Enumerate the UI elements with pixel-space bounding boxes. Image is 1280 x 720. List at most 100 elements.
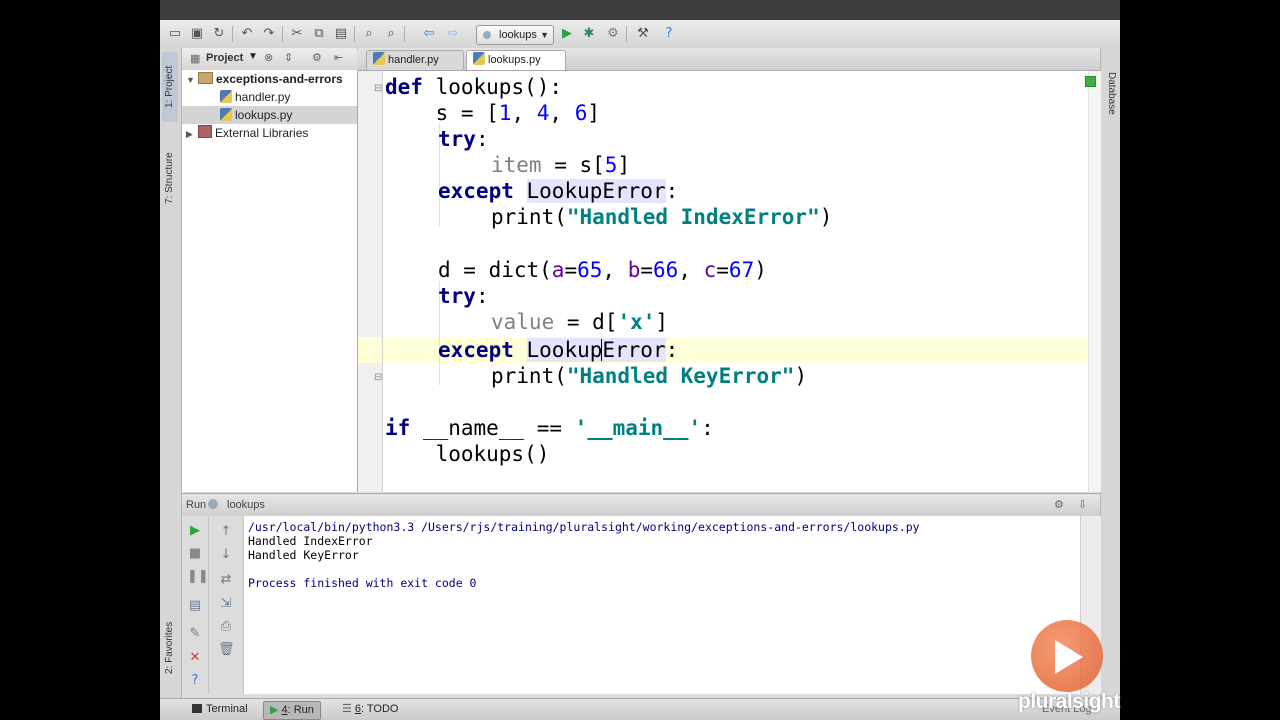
help-icon[interactable]: ? [660, 25, 678, 43]
structure-tool-tab[interactable]: 7: Structure [162, 138, 178, 218]
code-keyword: if [385, 416, 411, 440]
debug-icon[interactable]: ✱ [580, 25, 598, 43]
run-config-select[interactable]: lookups ▼ [476, 25, 554, 45]
arrow-down-icon[interactable]: ↓ [218, 547, 234, 563]
code-editor[interactable]: def lookups(): s = [1, 4, 6] try: item =… [383, 71, 1088, 492]
run-config-tab[interactable]: lookups [227, 494, 265, 516]
toolbar-separator [354, 26, 355, 42]
layout-icon[interactable]: ▤ [187, 598, 203, 614]
todo-tab[interactable]: ☰ 6: TODO [336, 701, 405, 718]
run-toolbar-primary: ▶ ■ ❚❚ ▤ ✎ ✕ ? [182, 516, 209, 694]
collapse-icon[interactable]: ⇕ [284, 51, 293, 64]
bottom-tool-bar: Terminal ▶ 4: Run ☰ 6: TODO Event Log [160, 698, 1120, 720]
code-text: : [475, 284, 489, 308]
rerun-icon[interactable]: ▶ [187, 523, 203, 539]
pin-icon[interactable]: ✎ [187, 626, 203, 642]
tree-folder-root[interactable]: ▼ exceptions-and-errors [186, 70, 343, 88]
run-icon[interactable]: ▶ [558, 25, 576, 43]
code-keyword: except [438, 179, 514, 203]
code-text: lookups() [385, 442, 550, 466]
code-string: '__main__' [574, 416, 702, 440]
code-text: s = [ [385, 101, 499, 125]
print-icon[interactable]: ⎙ [218, 619, 234, 635]
project-view-select[interactable]: Project [206, 52, 243, 64]
code-keyword: def [385, 75, 423, 99]
code-text: , [678, 258, 704, 282]
main-toolbar: ▭ ▣ ↻ ↶ ↷ ✂ ⧉ ▤ ⌕ ⌕ ⇦ ⇨ lookups ▼ ▶ ✱ ⚙ … [160, 20, 1120, 49]
code-number: 1 [498, 101, 512, 125]
code-text: , [511, 101, 537, 125]
sync-icon[interactable]: ↻ [210, 25, 228, 43]
code-line: d = dict(a=65, b=66, c=67) [438, 257, 767, 283]
database-tool-tab[interactable]: Database [1103, 58, 1119, 128]
redo-icon[interactable]: ↷ [260, 25, 278, 43]
code-text: = s[ [541, 153, 605, 177]
error-stripe[interactable] [1088, 71, 1101, 492]
tab-label: : TODO [361, 703, 399, 715]
soft-wrap-icon[interactable]: ⇄ [218, 572, 234, 588]
arrow-up-icon[interactable]: ↑ [218, 524, 234, 540]
tree-label: handler.py [235, 90, 291, 104]
forward-icon[interactable]: ⇨ [444, 25, 462, 43]
stop-icon[interactable]: ■ [187, 546, 203, 562]
code-string: "Handled IndexError" [566, 205, 820, 229]
run-tab[interactable]: ▶ 4: Run [263, 701, 321, 720]
code-string: 'x' [617, 310, 656, 334]
ide-window: ▭ ▣ ↻ ↶ ↷ ✂ ⧉ ▤ ⌕ ⌕ ⇦ ⇨ lookups ▼ ▶ ✱ ⚙ … [160, 0, 1120, 720]
inspection-ok-icon[interactable] [1085, 76, 1096, 87]
trash-icon[interactable]: 🗑 [218, 642, 235, 658]
expand-arrow-icon[interactable]: ▼ [186, 71, 198, 89]
python-file-icon [220, 108, 232, 121]
back-icon[interactable]: ⇦ [420, 25, 438, 43]
fold-icon[interactable]: ⊟ [374, 372, 382, 383]
hide-panel-icon[interactable]: ⇩ [1078, 494, 1087, 516]
settings-icon[interactable]: ⚒ [634, 25, 652, 43]
pause-icon[interactable]: ❚❚ [187, 569, 209, 585]
autoscroll-icon[interactable]: ⊗ [264, 51, 273, 64]
favorites-tool-tab[interactable]: 2: Favorites [162, 608, 178, 688]
tree-file-lookups[interactable]: lookups.py [182, 106, 357, 124]
tree-external-libraries[interactable]: ▶ External Libraries [186, 124, 308, 142]
tree-label: External Libraries [215, 126, 309, 140]
editor-gutter[interactable]: ⊟ ⊟ [358, 71, 383, 492]
close-icon[interactable]: ✕ [187, 650, 203, 666]
gutter-current-line [358, 337, 382, 363]
gear-icon[interactable]: ⚙ [1054, 494, 1064, 516]
project-tree: ▼ exceptions-and-errors handler.py lookup… [182, 70, 358, 492]
tab-lookups-py[interactable]: lookups.py [466, 50, 566, 70]
chevron-down-icon[interactable]: ▼ [248, 51, 258, 62]
hide-panel-icon[interactable]: ⇤ [334, 51, 343, 64]
toolbar-separator [626, 26, 627, 42]
project-tool-tab[interactable]: 1: Project [162, 52, 178, 122]
save-icon[interactable]: ▣ [188, 25, 206, 43]
gear-icon[interactable]: ⚙ [312, 51, 322, 64]
find-icon[interactable]: ⌕ [360, 25, 378, 43]
code-number: 5 [604, 153, 618, 177]
replace-icon[interactable]: ⌕ [382, 25, 400, 43]
run-console[interactable]: /usr/local/bin/python3.3 /Users/rjs/trai… [244, 516, 1080, 694]
tree-file-handler[interactable]: handler.py [220, 88, 290, 106]
terminal-icon [192, 704, 202, 713]
undo-icon[interactable]: ↶ [238, 25, 256, 43]
project-panel-header: ▦ Project ▼ ⊗ ⇕ ⚙ ⇤ [182, 48, 357, 71]
library-icon [198, 125, 212, 138]
coverage-icon[interactable]: ⚙ [604, 25, 622, 43]
terminal-tab[interactable]: Terminal [186, 701, 254, 718]
open-folder-icon[interactable]: ▭ [166, 25, 184, 43]
tab-label: : Run [287, 704, 314, 716]
code-number: 4 [536, 101, 550, 125]
python-config-icon [483, 31, 491, 39]
paste-icon[interactable]: ▤ [332, 25, 350, 43]
cut-icon[interactable]: ✂ [288, 25, 306, 43]
expand-arrow-icon[interactable]: ▶ [186, 125, 198, 143]
tab-handler-py[interactable]: handler.py [366, 50, 464, 70]
tree-label: exceptions-and-errors [216, 72, 343, 86]
help-icon[interactable]: ? [187, 673, 203, 689]
scroll-to-end-icon[interactable]: ⇲ [218, 596, 234, 612]
code-line: try: [438, 126, 489, 152]
fold-icon[interactable]: ⊟ [374, 83, 382, 94]
copy-icon[interactable]: ⧉ [310, 25, 328, 43]
tab-label: handler.py [388, 54, 439, 66]
run-panel-title: Run [186, 499, 207, 511]
window-top-strip [160, 0, 1120, 20]
